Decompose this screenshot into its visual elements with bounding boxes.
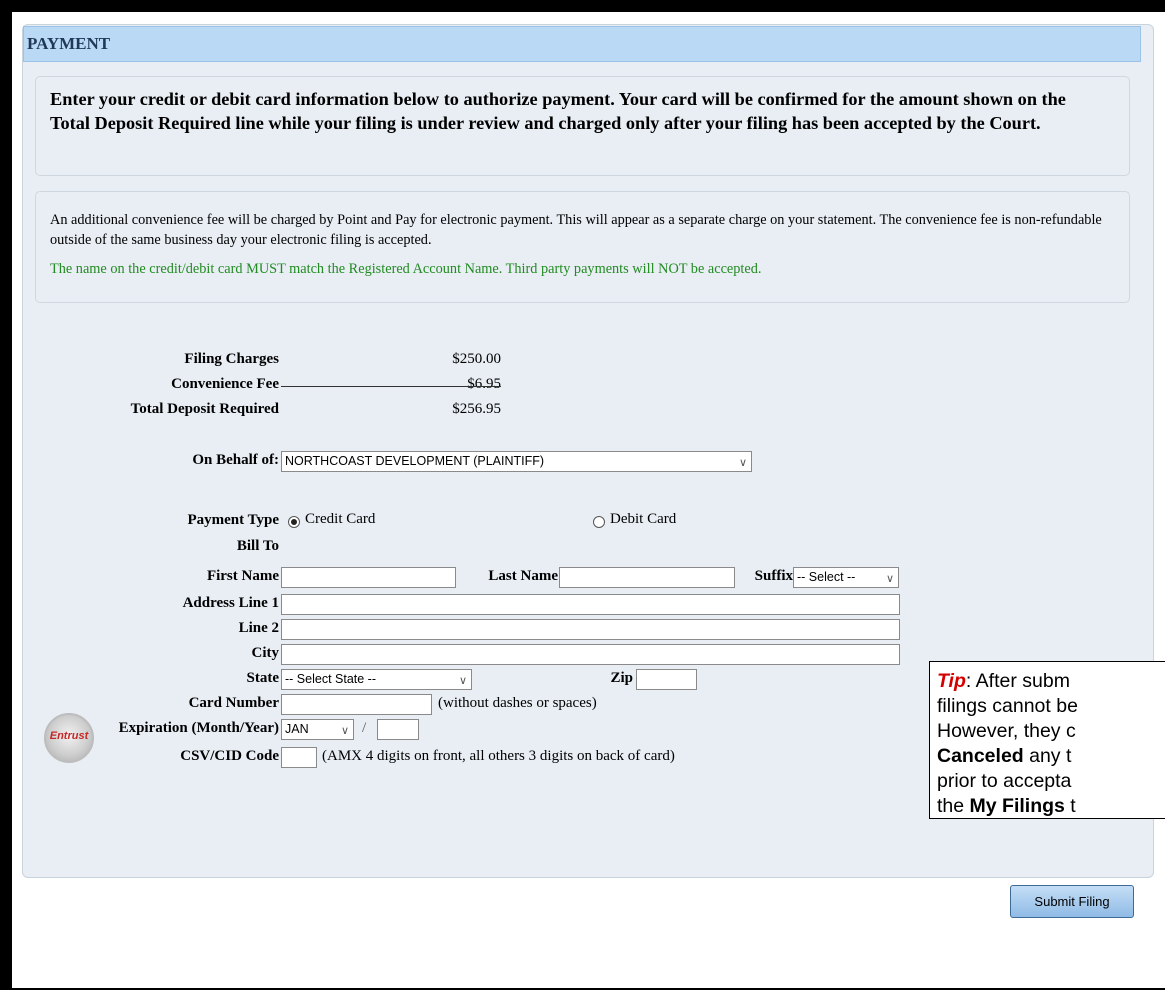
on-behalf-of-value: NORTHCOAST DEVELOPMENT (PLAINTIFF) (285, 454, 545, 468)
first-name-label: First Name (206, 568, 279, 584)
address-line2-label: Line 2 (238, 620, 279, 636)
card-number-hint: (without dashes or spaces) (438, 695, 597, 711)
suffix-label: Suffix (754, 568, 793, 584)
zip-label: Zip (610, 670, 633, 686)
entrust-seal-logo[interactable]: Entrust (44, 713, 94, 763)
notice-box: An additional convenience fee will be ch… (35, 191, 1130, 303)
chevron-down-icon: ∨ (458, 675, 467, 687)
tip-callout: Tip: After subm filings cannot be Howeve… (929, 661, 1165, 819)
submit-filing-button[interactable]: Submit Filing (1010, 885, 1134, 918)
convenience-fee-value: $6.95 (467, 376, 501, 392)
first-name-input[interactable] (281, 567, 456, 588)
on-behalf-of-select[interactable]: NORTHCOAST DEVELOPMENT (PLAINTIFF) ∨ (281, 451, 752, 472)
state-label: State (246, 670, 280, 686)
debit-card-radio[interactable] (593, 516, 605, 528)
total-deposit-value: $256.95 (452, 401, 501, 417)
payment-section-header: PAYMENT (23, 26, 1141, 62)
expiration-slash: / (362, 720, 367, 736)
last-name-input[interactable] (559, 567, 735, 588)
city-input[interactable] (281, 644, 900, 665)
zip-input[interactable] (636, 669, 697, 690)
tip-label: Tip (937, 670, 966, 692)
card-number-input[interactable] (281, 694, 432, 715)
on-behalf-of-label: On Behalf of: (192, 452, 279, 468)
chevron-down-icon: ∨ (885, 573, 894, 585)
payment-type-label: Payment Type (187, 512, 279, 528)
state-value: -- Select State -- (285, 672, 376, 686)
intro-text: Enter your credit or debit card informat… (50, 89, 1066, 133)
expiration-month-select[interactable]: JAN ∨ (281, 719, 354, 740)
filing-charges-label: Filing Charges (184, 351, 279, 367)
address-line2-input[interactable] (281, 619, 900, 640)
suffix-select[interactable]: -- Select -- ∨ (793, 567, 899, 588)
chevron-down-icon: ∨ (340, 725, 349, 737)
intro-box: Enter your credit or debit card informat… (35, 76, 1130, 176)
filing-charges-value: $250.00 (452, 351, 501, 367)
debit-card-label: Debit Card (610, 511, 677, 527)
csv-code-input[interactable] (281, 747, 317, 768)
expiration-year-input[interactable] (377, 719, 419, 740)
csv-code-label: CSV/CID Code (180, 748, 279, 764)
total-deposit-label: Total Deposit Required (130, 401, 279, 417)
credit-card-label: Credit Card (305, 511, 376, 527)
subtotal-divider (281, 386, 501, 387)
expiration-label: Expiration (Month/Year) (118, 720, 279, 736)
convenience-fee-notice: An additional convenience fee will be ch… (50, 212, 1102, 248)
name-match-warning: The name on the credit/debit card MUST m… (50, 261, 762, 277)
address-line1-label: Address Line 1 (182, 595, 279, 611)
last-name-label: Last Name (488, 568, 558, 584)
state-select[interactable]: -- Select State -- ∨ (281, 669, 472, 690)
convenience-fee-label: Convenience Fee (171, 376, 279, 392)
city-label: City (251, 645, 280, 661)
bill-to-label: Bill To (236, 538, 279, 554)
suffix-value: -- Select -- (797, 570, 856, 584)
card-number-label: Card Number (188, 695, 279, 711)
address-line1-input[interactable] (281, 594, 900, 615)
entrust-seal-text: Entrust (49, 730, 89, 742)
csv-code-hint: (AMX 4 digits on front, all others 3 dig… (322, 748, 675, 764)
credit-card-radio[interactable] (288, 516, 300, 528)
expiration-month-value: JAN (285, 722, 309, 736)
chevron-down-icon: ∨ (738, 457, 747, 469)
